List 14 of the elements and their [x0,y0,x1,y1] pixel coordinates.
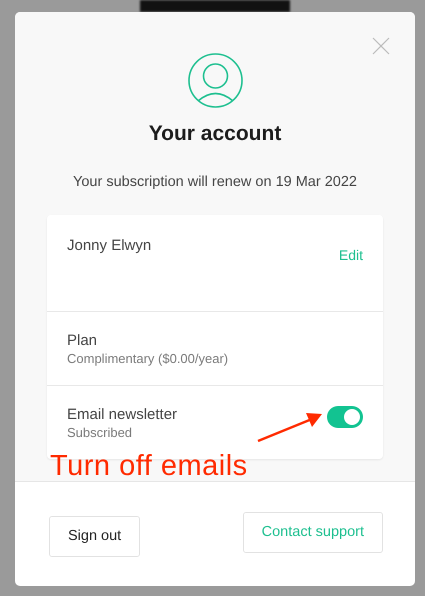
dialog-title: Your account [148,122,282,146]
edit-link[interactable]: Edit [338,247,363,263]
sign-out-button[interactable]: Sign out [49,516,140,556]
renewal-text: Your subscription will renew on 19 Mar 2022 [73,174,357,190]
row-detail: Subscribed [67,424,134,440]
row-label: Plan [67,332,98,348]
row-label: Email newsletter [67,406,178,422]
annotation-text: Turn off emails [50,450,248,483]
user-avatar-icon [188,53,242,108]
contact-support-button[interactable]: Contact support [242,512,383,552]
row-detail: Complimentary ($0.00/year) [67,350,228,366]
newsletter-toggle[interactable] [327,406,363,428]
close-icon[interactable] [372,37,390,55]
row-label: Jonny Elwyn [67,237,152,254]
